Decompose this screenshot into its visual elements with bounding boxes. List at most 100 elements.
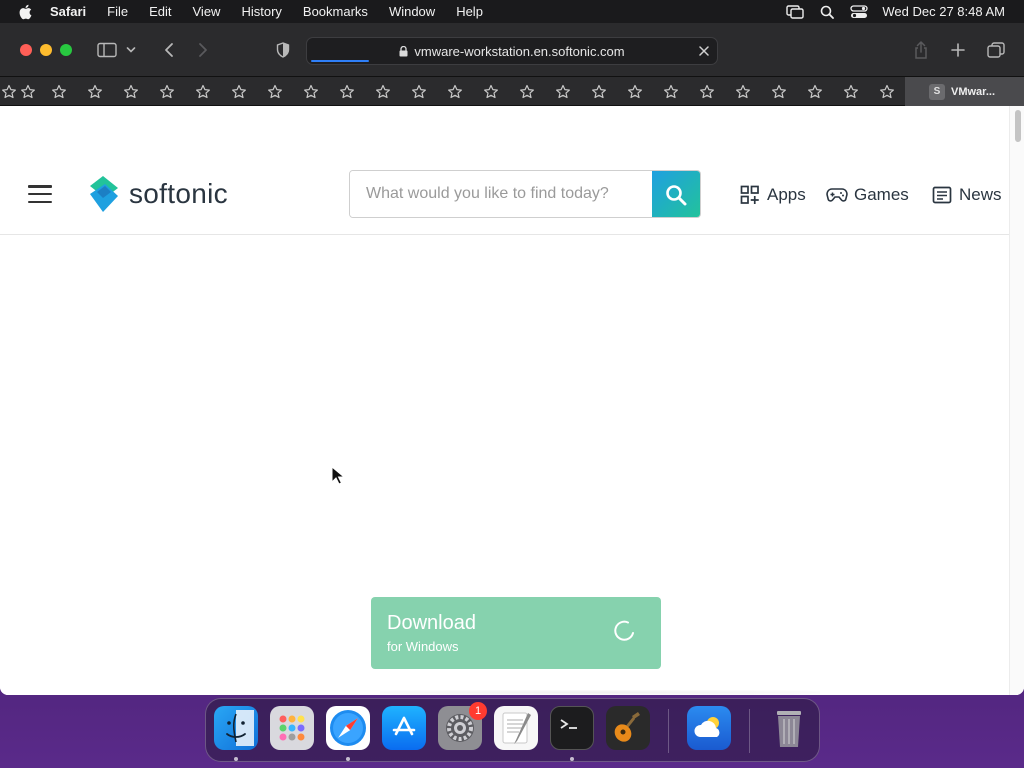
hamburger-menu-icon[interactable] (28, 185, 52, 203)
notification-badge: 1 (469, 702, 487, 720)
weather-icon[interactable] (687, 706, 731, 750)
search-button[interactable] (652, 171, 700, 217)
search-input[interactable] (350, 171, 652, 217)
loading-spinner-icon (614, 620, 634, 641)
news-article-icon (931, 185, 953, 205)
menu-file[interactable]: File (107, 4, 128, 19)
new-tab-icon[interactable] (947, 40, 969, 60)
address-bar[interactable]: vmware-workstation.en.softonic.com (306, 37, 718, 65)
favorite-star-icon[interactable] (122, 83, 140, 101)
lock-icon (399, 45, 408, 57)
close-window-button[interactable] (20, 44, 32, 56)
favorite-star-icon[interactable] (770, 83, 788, 101)
favorites-bar (0, 77, 1024, 106)
favorite-star-icon[interactable] (806, 83, 824, 101)
app-store-icon[interactable] (382, 706, 426, 750)
favorite-star-icon[interactable] (662, 83, 680, 101)
favorite-star-icon[interactable] (302, 83, 320, 101)
favorite-star-icon[interactable] (446, 83, 464, 101)
running-indicator (346, 757, 350, 761)
spotlight-search-icon[interactable] (818, 4, 836, 20)
chevron-down-icon[interactable] (124, 40, 138, 60)
favorite-star-icon[interactable] (158, 83, 176, 101)
favorite-star-icon[interactable] (482, 83, 500, 101)
zoom-window-button[interactable] (60, 44, 72, 56)
favorite-star-icon[interactable] (554, 83, 572, 101)
tab-overview-icon[interactable] (985, 40, 1007, 60)
favorite-star-icon[interactable] (338, 83, 356, 101)
apple-icon[interactable] (18, 2, 38, 22)
menu-bookmarks[interactable]: Bookmarks (303, 4, 368, 19)
scroll-track[interactable] (1009, 106, 1024, 695)
page-load-progress (311, 60, 369, 62)
favorite-star-icon[interactable] (698, 83, 716, 101)
scrollbar-thumb[interactable] (1015, 110, 1021, 142)
launchpad-icon[interactable] (270, 706, 314, 750)
running-indicator (570, 757, 574, 761)
favorite-star-icon[interactable] (19, 83, 37, 101)
favorite-star-icon[interactable] (410, 83, 428, 101)
favorite-star-icon[interactable] (230, 83, 248, 101)
favorite-star-icon[interactable] (0, 83, 18, 101)
share-icon[interactable] (910, 40, 932, 60)
minimize-window-button[interactable] (40, 44, 52, 56)
download-button[interactable]: Download for Windows (371, 597, 661, 669)
nav-news[interactable]: News (931, 185, 1002, 205)
forward-icon[interactable] (192, 40, 214, 60)
favorite-star-icon[interactable] (626, 83, 644, 101)
download-title: Download (387, 612, 476, 634)
softonic-logo-icon (90, 176, 118, 212)
nav-games-label: Games (854, 185, 909, 204)
logo-text: softonic (129, 178, 228, 209)
menu-app-name[interactable]: Safari (50, 4, 86, 19)
favorite-star-icon[interactable] (734, 83, 752, 101)
textedit-icon[interactable] (494, 706, 538, 750)
content-shadow (380, 690, 820, 695)
nav-apps[interactable]: Apps (739, 185, 806, 205)
stop-loading-icon[interactable] (697, 44, 711, 58)
menu-clock[interactable]: Wed Dec 27 8:48 AM (882, 4, 1005, 19)
favorite-star-icon[interactable] (842, 83, 860, 101)
safari-window: vmware-workstation.en.softonic.com S VMw… (0, 23, 1024, 695)
sidebar-toggle-icon[interactable] (96, 40, 118, 60)
favorite-star-icon[interactable] (50, 83, 68, 101)
back-icon[interactable] (158, 40, 180, 60)
favorite-star-icon[interactable] (266, 83, 284, 101)
menu-history[interactable]: History (241, 4, 281, 19)
garageband-icon[interactable] (606, 706, 650, 750)
tab-favicon: S (929, 83, 945, 100)
finder-icon[interactable] (214, 706, 258, 750)
running-indicator (234, 757, 238, 761)
dock-separator (668, 709, 669, 753)
dock-separator (749, 709, 750, 753)
favorite-star-icon[interactable] (374, 83, 392, 101)
privacy-shield-icon[interactable] (272, 40, 294, 60)
screen-mirroring-icon[interactable] (786, 4, 805, 20)
gamepad-icon (826, 185, 848, 205)
favorite-star-icon[interactable] (194, 83, 212, 101)
softonic-logo[interactable]: softonic (87, 174, 228, 214)
download-subtitle: for Windows (387, 639, 459, 654)
favorite-star-icon[interactable] (86, 83, 104, 101)
site-search (349, 170, 701, 218)
favorite-star-icon[interactable] (590, 83, 608, 101)
web-page: softonic Apps Games (0, 106, 1024, 695)
mouse-cursor-icon (331, 466, 345, 485)
nav-apps-label: Apps (767, 185, 806, 204)
control-center-icon[interactable] (850, 4, 869, 20)
terminal-icon[interactable] (550, 706, 594, 750)
favorite-star-icon[interactable] (878, 83, 896, 101)
browser-toolbar: vmware-workstation.en.softonic.com (0, 23, 1024, 77)
nav-games[interactable]: Games (826, 185, 909, 205)
site-header: softonic Apps Games (0, 106, 1009, 235)
apps-grid-icon (739, 185, 761, 205)
menu-view[interactable]: View (193, 4, 221, 19)
favorite-star-icon[interactable] (518, 83, 536, 101)
trash-icon[interactable] (767, 706, 811, 750)
nav-news-label: News (959, 185, 1002, 204)
menu-window[interactable]: Window (389, 4, 435, 19)
menu-help[interactable]: Help (456, 4, 483, 19)
menu-edit[interactable]: Edit (149, 4, 171, 19)
safari-icon[interactable] (326, 706, 370, 750)
browser-tab[interactable]: S VMwar... (905, 77, 1024, 106)
